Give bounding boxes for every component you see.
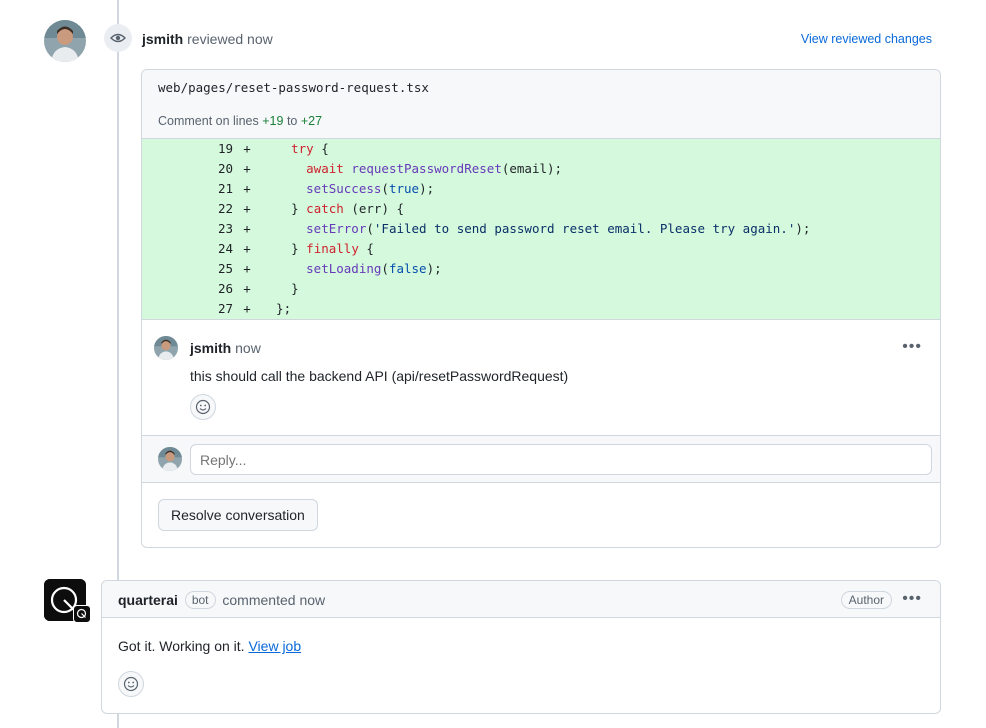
diff-line: 27 + }; <box>217 301 292 316</box>
diff-line: 20 + await requestPasswordReset(email); <box>217 161 563 176</box>
view-job-link[interactable]: View job <box>248 638 301 654</box>
app-badge-icon <box>73 605 91 623</box>
bot-label-badge: bot <box>184 591 216 609</box>
avatar[interactable] <box>44 20 86 62</box>
reply-area <box>142 436 940 483</box>
bot-comment-body: Got it. Working on it. View job <box>118 638 302 654</box>
review-author[interactable]: jsmith <box>142 31 183 47</box>
resolve-conversation-button[interactable]: Resolve conversation <box>158 499 318 531</box>
review-header: jsmith reviewed now <box>142 30 273 48</box>
kebab-horizontal-icon[interactable]: ••• <box>902 591 922 607</box>
eye-icon <box>104 24 132 52</box>
file-path[interactable]: web/pages/reset-password-request.tsx <box>142 70 940 103</box>
line-end: +27 <box>300 114 323 128</box>
comment-body: this should call the backend API (api/re… <box>190 368 569 384</box>
diff-hunk: 19 + try { 20 + await requestPasswordRes… <box>142 139 940 320</box>
review-thread: web/pages/reset-password-request.tsx Com… <box>141 69 941 548</box>
diff-line: 25 + setLoading(false); <box>217 261 442 276</box>
kebab-horizontal-icon[interactable]: ••• <box>902 339 922 355</box>
author-badge: Author <box>840 591 892 609</box>
diff-line: 19 + try { <box>217 141 329 156</box>
view-reviewed-changes-link[interactable]: View reviewed changes <box>801 31 932 47</box>
comment-time[interactable]: now <box>235 340 261 356</box>
review-comment: jsmith now ••• this should call the back… <box>142 320 940 436</box>
avatar[interactable] <box>154 336 178 360</box>
bot-action: commented <box>222 592 296 608</box>
diff-line: 26 + } <box>217 281 299 296</box>
line-start: +19 <box>262 114 284 128</box>
diff-line: 21 + setSuccess(true); <box>217 181 435 196</box>
bot-comment: quarterai bot commented now Author ••• G… <box>101 580 941 714</box>
avatar <box>158 447 182 471</box>
reply-input[interactable] <box>190 444 932 475</box>
bot-comment-header: quarterai bot commented now Author ••• <box>102 581 940 618</box>
bot-time[interactable]: now <box>299 592 325 608</box>
smiley-icon[interactable] <box>190 394 216 420</box>
review-action: reviewed <box>187 31 244 47</box>
diff-line: 24 + } finally { <box>217 241 374 256</box>
review-time[interactable]: now <box>247 31 273 47</box>
comment-line-range: Comment on lines +19 to +27 <box>142 103 940 139</box>
bot-author[interactable]: quarterai <box>118 592 178 608</box>
resolve-section: Resolve conversation <box>142 483 940 546</box>
smiley-icon[interactable] <box>118 671 144 697</box>
diff-line: 22 + } catch (err) { <box>217 201 405 216</box>
diff-line: 23 + setError('Failed to send password r… <box>217 221 811 236</box>
comment-author[interactable]: jsmith <box>190 340 231 356</box>
comment-header: jsmith now <box>190 339 261 357</box>
